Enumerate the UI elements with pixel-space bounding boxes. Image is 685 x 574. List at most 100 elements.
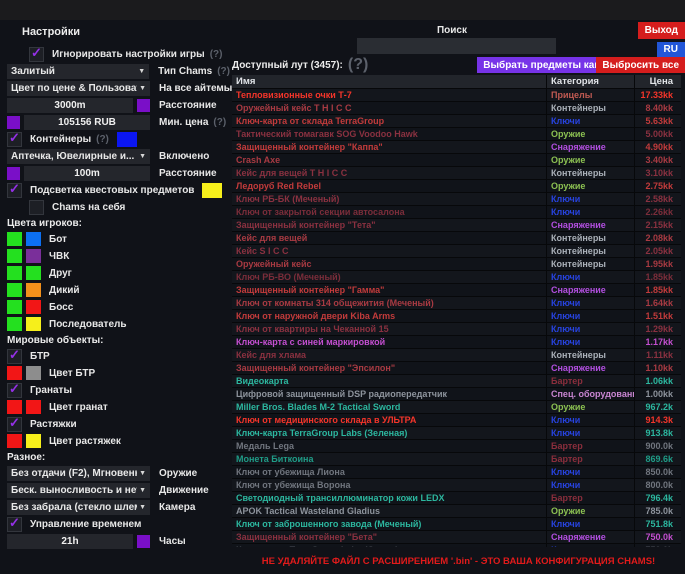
table-row[interactable]: Оружейный кейс T H I C CКонтейнеры8.40kk [232,102,681,115]
checkbox-5[interactable]: ✓ [7,132,22,147]
table-row[interactable]: Ключ от квартиры на Чеканной 15Ключи1.29… [232,323,681,336]
value-input-3[interactable]: 3000m [7,98,133,113]
table-row[interactable]: Ключ от наружной двери Kiba ArmsКлючи1.5… [232,310,681,323]
table-row[interactable]: Ключ РБ-БК (Меченый)Ключи2.58kk [232,193,681,206]
table-row[interactable]: Защищенный контейнер "Эпсилон"Снаряжение… [232,362,681,375]
color-swatch[interactable] [26,283,41,297]
table-row[interactable]: Монета БиткоинаБартер869.6k [232,453,681,466]
table-row[interactable]: Светодиодный трансиллюминатор кожи LEDXБ… [232,492,681,505]
table-row[interactable]: Ледоруб Red RebelОружие2.75kk [232,180,681,193]
table-row[interactable]: Ключ от комнаты 314 общежития (Меченый)К… [232,297,681,310]
dropdown-25[interactable]: Без отдачи (F2), Мгновенное п▼ [7,466,150,481]
checkbox-20[interactable]: ✓ [7,383,22,398]
color-swatch[interactable] [7,167,20,180]
input-group-4: 105156 RUB [7,115,150,130]
item-category: Оружие [546,401,634,413]
color-swatch[interactable] [7,116,20,129]
drop-all-button[interactable]: Выбросить все [596,57,685,73]
table-row[interactable]: Кейс S I C CКонтейнеры2.05kk [232,245,681,258]
table-row[interactable]: Тактический томагавк SOG Voodoo HawkОруж… [232,128,681,141]
color-swatch[interactable] [7,249,22,263]
item-category: Бартер [546,440,634,452]
color-swatch[interactable] [7,366,22,380]
table-row[interactable]: Оружейный кейсКонтейнеры1.95kk [232,258,681,271]
color-swatch[interactable] [7,232,22,246]
colorpair-row-16: Последователь [7,317,230,331]
color-swatch[interactable] [26,300,41,314]
checkbox-0[interactable]: ✓ [29,47,44,62]
table-row[interactable]: APOK Tactical Wasteland GladiusОружие785… [232,505,681,518]
dropdown-2[interactable]: Цвет по цене & Пользователы▼ [7,81,150,96]
checkbox-8[interactable]: ✓ [7,183,22,198]
color-swatch[interactable] [26,400,41,414]
color-swatch[interactable] [202,183,222,198]
table-row[interactable]: Ключ от закрытой секции автосалонаКлючи2… [232,206,681,219]
exit-button[interactable]: Выход [638,22,685,39]
table-row[interactable]: Ключ РБ-ВО (Меченый)Ключи1.85kk [232,271,681,284]
table-row[interactable]: Защищенный контейнер "Гамма"Снаряжение1.… [232,284,681,297]
value-input-7[interactable]: 100m [24,166,150,181]
chevron-down-icon: ▼ [139,504,146,511]
table-row[interactable]: Цифровой защищенный DSP радиопередатчикС… [232,388,681,401]
table-row[interactable]: Защищенный контейнер "Тета"Снаряжение2.1… [232,219,681,232]
dropdown-26[interactable]: Беск. выносливость и нет уста▼ [7,483,150,498]
colorpair-row-23: Цвет растяжек [7,434,230,448]
color-swatch[interactable] [7,283,22,297]
color-swatch[interactable] [7,317,22,331]
table-row[interactable]: Защищенный контейнер "Каппа"Снаряжение4.… [232,141,681,154]
color-label: Бот [49,234,67,245]
table-row[interactable]: Ключ-карта от склада TerraGroupКлючи5.63… [232,115,681,128]
color-swatch[interactable] [26,434,41,448]
table-row[interactable]: Ключ-карта с синей маркировкойКлючи1.17k… [232,336,681,349]
color-swatch[interactable] [7,400,22,414]
checkbox-18[interactable]: ✓ [7,349,22,364]
input-group-7: 100m [7,166,150,181]
table-row[interactable]: Тепловизионные очки Т-7Прицелы17.33kk [232,89,681,102]
color-swatch[interactable] [26,317,41,331]
item-name: Монета Биткоина [232,454,546,464]
table-row[interactable]: Защищенный контейнер "Бета"Снаряжение750… [232,531,681,544]
color-swatch[interactable] [117,132,137,147]
item-price: 750.0k [634,544,681,547]
dropdown-label: Тип Chams [158,66,212,77]
color-swatch[interactable] [7,266,22,280]
table-row[interactable]: Ключ-карта TerraGroup Labs (Зеленая)Ключ… [232,427,681,440]
dropdown-27[interactable]: Без забрала (стекло шлема)▼ [7,500,150,515]
item-price: 17.33kk [634,89,681,101]
checkbox-28[interactable]: ✓ [7,517,22,532]
dropdown-value: Аптечка, Ювелирные и... [11,151,137,162]
item-name: Защищенный контейнер "Бета" [232,532,546,542]
value-input-4[interactable]: 105156 RUB [24,115,150,130]
table-row[interactable]: Ключ от убежища ВоронаКлючи800.0k [232,479,681,492]
color-swatch[interactable] [26,266,41,280]
table-row[interactable]: Кейс для вещей T H I C CКонтейнеры3.10kk [232,167,681,180]
color-swatch[interactable] [7,434,22,448]
table-row[interactable]: Crash AxeОружие3.40kk [232,154,681,167]
table-row[interactable]: Медаль LegaБартер900.0k [232,440,681,453]
value-input-29[interactable]: 21h [7,534,133,549]
checkbox-9[interactable] [29,200,44,215]
color-swatch[interactable] [26,249,41,263]
item-price: 2.26kk [634,206,681,218]
color-swatch[interactable] [26,232,41,246]
color-swatch[interactable] [137,535,150,548]
table-row[interactable]: Ключ от заброшенного завода (Меченый)Клю… [232,518,681,531]
table-row[interactable]: Кейс для вещейКонтейнеры2.08kk [232,232,681,245]
table-row[interactable]: Ключ от убежища ЛионаКлючи850.0k [232,466,681,479]
language-button[interactable]: RU [657,42,685,57]
search-input[interactable] [357,38,556,54]
color-swatch[interactable] [26,366,41,380]
item-category: Бартер [546,375,634,387]
color-swatch[interactable] [7,300,22,314]
table-row[interactable]: Miller Bros. Blades M-2 Tactical SwordОр… [232,401,681,414]
table-row[interactable]: Ключ от медицинского склада в УЛЬТРАКлюч… [232,414,681,427]
dropdown-1[interactable]: Залитый▼ [7,64,149,79]
color-swatch[interactable] [137,99,150,112]
item-name: Ключ-карта TerraGroup Labs (Зеленая) [232,428,546,438]
table-row[interactable]: ВидеокартаБартер1.06kk [232,375,681,388]
item-name: Ключ от квартиры на Чеканной 15 [232,324,546,334]
checkbox-22[interactable]: ✓ [7,417,22,432]
table-row[interactable]: Кейс для хламаКонтейнеры1.11kk [232,349,681,362]
dropdown-6[interactable]: Аптечка, Ювелирные и...▼ [7,149,150,164]
table-row[interactable]: Ключ-карта TerraGroup Labs (Синяя)Ключи7… [232,544,681,547]
